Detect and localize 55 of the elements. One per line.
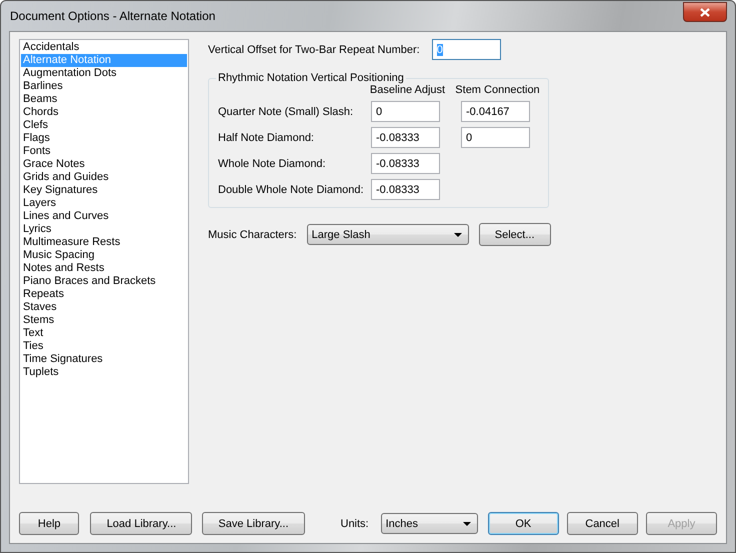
category-item[interactable]: Accidentals	[21, 41, 187, 54]
category-item[interactable]: Beams	[21, 93, 187, 106]
category-item[interactable]: Barlines	[21, 80, 187, 93]
column-header: Stem Connection	[454, 84, 541, 96]
input-field[interactable]: -0.08333	[371, 179, 440, 200]
category-item[interactable]: Text	[21, 327, 187, 340]
dialog-button[interactable]: Save Library...	[202, 512, 304, 535]
category-item[interactable]: Staves	[21, 301, 187, 314]
category-item[interactable]: Music Spacing	[21, 249, 187, 262]
field-label: Vertical Offset for Two-Bar Repeat Number:	[208, 44, 420, 56]
field-label: Quarter Note (Small) Slash:	[218, 106, 354, 118]
category-item[interactable]: Clefs	[21, 119, 187, 132]
category-item[interactable]: Chords	[21, 106, 187, 119]
input-field[interactable]: 0	[461, 127, 530, 148]
dropdown[interactable]: Inches	[380, 513, 478, 534]
category-item[interactable]: Stems	[21, 314, 187, 327]
category-item[interactable]: Time Signatures	[21, 353, 187, 366]
category-item[interactable]: Repeats	[21, 288, 187, 301]
dialog-button[interactable]: Load Library...	[90, 512, 192, 535]
category-item[interactable]: Notes and Rests	[21, 262, 187, 275]
caret-icon	[462, 522, 471, 526]
category-item[interactable]: Multimeasure Rests	[21, 236, 187, 249]
category-item[interactable]: Tuplets	[21, 366, 187, 379]
field-label: Half Note Diamond:	[218, 132, 315, 144]
category-item[interactable]: Fonts	[21, 145, 187, 158]
category-item[interactable]: Piano Braces and Brackets	[21, 275, 187, 288]
group-title: Rhythmic Notation Vertical Positioning	[217, 72, 405, 84]
category-item[interactable]: Lines and Curves	[21, 210, 187, 223]
input-field[interactable]: -0.08333	[371, 153, 440, 174]
category-item[interactable]: Grids and Guides	[21, 171, 187, 184]
select-button[interactable]: Select...	[478, 223, 551, 246]
field-label: Units:	[340, 518, 369, 530]
dialog-button[interactable]: Cancel	[566, 512, 638, 535]
field-label: Music Characters:	[208, 228, 297, 240]
category-item[interactable]: Flags	[21, 132, 187, 145]
category-list[interactable]	[19, 39, 189, 484]
close-button[interactable]	[683, 2, 727, 22]
input-field[interactable]: -0.04167	[461, 101, 530, 122]
field-label: Double Whole Note Diamond:	[218, 184, 365, 196]
input-field[interactable]: -0.08333	[371, 127, 440, 148]
dialog-button[interactable]: OK	[488, 512, 559, 535]
field-label: Whole Note Diamond:	[218, 158, 327, 170]
caret-icon	[454, 232, 462, 236]
category-item[interactable]: Ties	[21, 340, 187, 353]
input-field[interactable]: 0	[371, 101, 440, 122]
category-item[interactable]: Key Signatures	[21, 184, 187, 197]
close-icon	[700, 8, 710, 16]
dropdown[interactable]: Large Slash	[306, 224, 469, 245]
column-header: Baseline Adjust	[368, 84, 446, 96]
window-title: Document Options - Alternate Notation	[9, 9, 216, 23]
category-item[interactable]: Augmentation Dots	[21, 67, 187, 80]
dialog-button[interactable]: Help	[19, 512, 80, 535]
category-item[interactable]: Lyrics	[21, 223, 187, 236]
category-item[interactable]: Layers	[21, 197, 187, 210]
category-item[interactable]: Grace Notes	[21, 158, 187, 171]
